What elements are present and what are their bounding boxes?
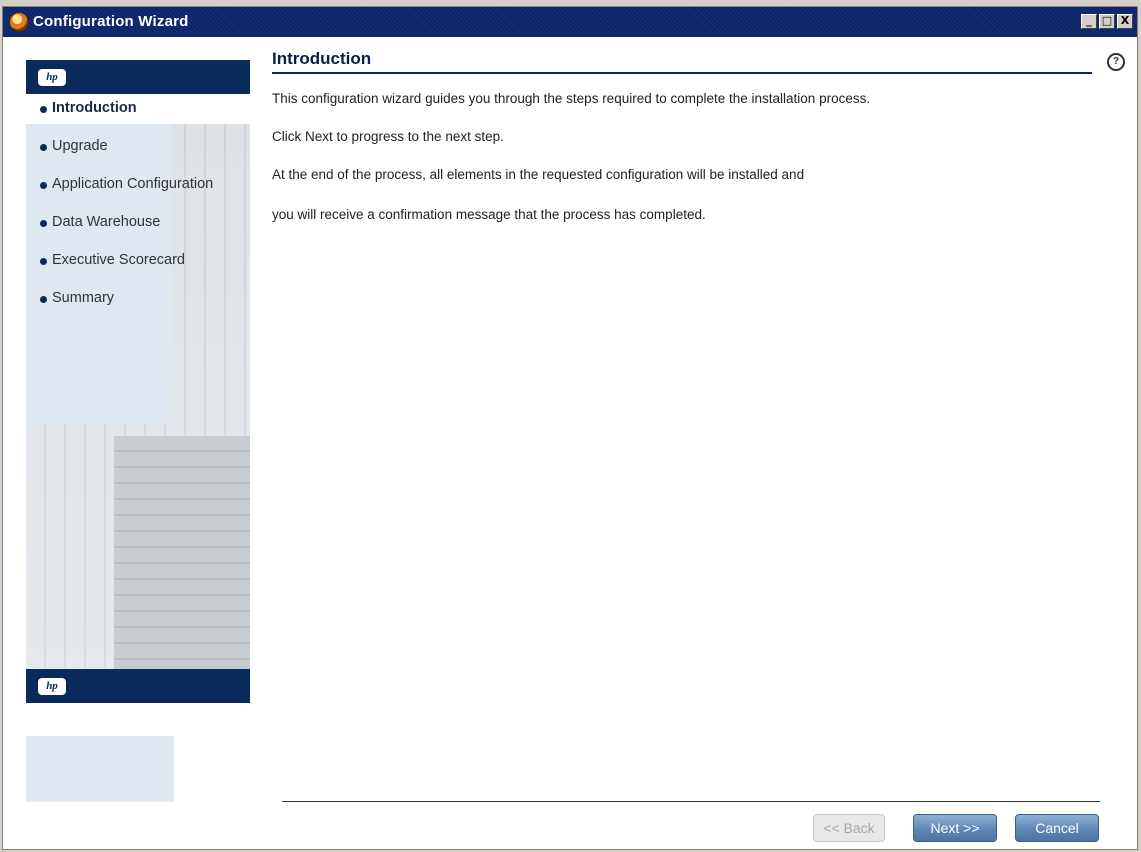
step-upgrade: Upgrade [40,138,213,176]
back-button[interactable]: << Back [813,814,885,842]
bullet-icon [40,296,47,303]
step-application-configuration: Application Configuration [40,176,213,214]
intro-paragraph-4: you will receive a confirmation message … [272,207,706,222]
intro-paragraph-2: Click Next to progress to the next step. [272,129,504,144]
step-label: Executive Scorecard [52,252,185,268]
wizard-sidebar: hp Introduction Upgrade Application Conf… [26,56,252,802]
title-bar[interactable]: Configuration Wizard _ □ X [3,7,1137,37]
step-summary: Summary [40,290,213,328]
step-label: Upgrade [52,138,108,154]
step-data-warehouse: Data Warehouse [40,214,213,252]
bullet-icon [40,220,47,227]
step-executive-scorecard: Executive Scorecard [40,252,213,290]
bullet-icon [40,144,47,151]
hp-header-bar: hp [26,60,250,94]
minimize-button[interactable]: _ [1081,14,1097,29]
step-label: Data Warehouse [52,214,161,230]
step-label: Introduction [52,100,137,116]
step-introduction: Introduction [40,100,213,138]
bullet-icon [40,106,47,113]
window-controls: _ □ X [1081,14,1133,29]
page-title: Introduction [272,44,1092,74]
intro-paragraph-3: At the end of the process, all elements … [272,167,805,182]
sidebar-background-bottom [26,736,174,802]
hp-footer-bar: hp [26,669,250,703]
cancel-button[interactable]: Cancel [1015,814,1099,842]
hp-logo: hp [38,69,66,86]
close-button[interactable]: X [1117,14,1133,29]
sidebar-background-building [114,436,250,684]
footer-divider [282,801,1100,802]
next-button[interactable]: Next >> [913,814,997,842]
intro-paragraph-1: This configuration wizard guides you thr… [272,91,871,106]
app-icon [9,12,29,32]
bullet-icon [40,258,47,265]
main-content: Introduction This configuration wizard g… [272,44,1092,222]
step-label: Summary [52,290,115,306]
bullet-icon [40,182,47,189]
window-title: Configuration Wizard [33,13,189,30]
step-label: Application Configuration [52,176,214,192]
help-icon[interactable]: ? [1107,53,1125,71]
hp-logo-bottom: hp [38,678,66,695]
wizard-steps: Introduction Upgrade Application Configu… [40,100,213,328]
maximize-button[interactable]: □ [1099,14,1115,29]
